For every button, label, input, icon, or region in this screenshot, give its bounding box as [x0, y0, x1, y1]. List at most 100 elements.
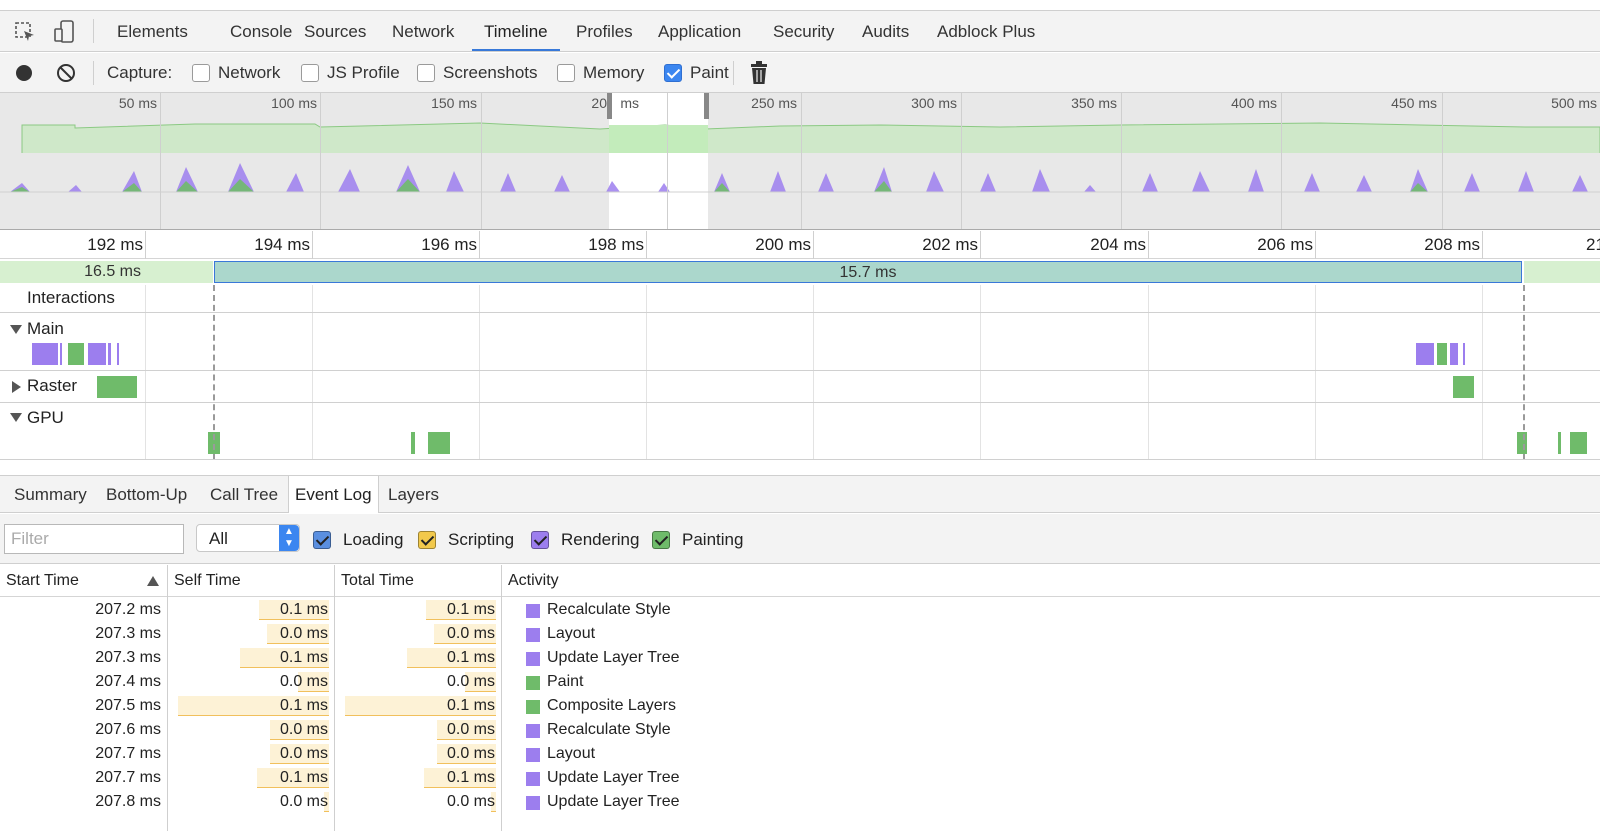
table-row[interactable]: 207.3 ms 0.0 ms 0.0 ms Layout: [0, 622, 1600, 646]
capture-screenshots-label[interactable]: Screenshots: [443, 63, 538, 83]
overview-gridline: [961, 93, 962, 229]
frames-track: 16.5 ms 15.7 ms: [0, 259, 1600, 285]
main-event-block[interactable]: [60, 343, 62, 365]
main-event-block[interactable]: [88, 343, 106, 365]
capture-js-profile-label[interactable]: JS Profile: [327, 63, 400, 83]
tab-application[interactable]: Application: [646, 11, 753, 51]
tab-network[interactable]: Network: [380, 11, 466, 51]
main-event-block[interactable]: [108, 343, 111, 365]
capture-paint-label[interactable]: Paint: [690, 63, 729, 83]
main-event-block[interactable]: [1463, 343, 1465, 365]
main-event-block[interactable]: [1416, 343, 1434, 365]
capture-screenshots-checkbox[interactable]: [417, 64, 435, 82]
main-event-block[interactable]: [68, 343, 84, 365]
category-rendering-checkbox[interactable]: [531, 531, 549, 549]
raster-event-block[interactable]: [1453, 376, 1474, 398]
details-tab-layers[interactable]: Layers: [382, 476, 445, 513]
capture-memory-checkbox[interactable]: [557, 64, 575, 82]
main-track-label[interactable]: Main: [27, 319, 64, 339]
device-mode-icon[interactable]: [52, 19, 78, 45]
frame-prev[interactable]: 16.5 ms: [0, 261, 213, 283]
trash-icon[interactable]: [748, 61, 770, 90]
table-row[interactable]: 207.2 ms 0.1 ms 0.1 ms Recalculate Style: [0, 598, 1600, 622]
category-rendering-label[interactable]: Rendering: [561, 530, 639, 550]
raster-event-block[interactable]: [97, 376, 137, 398]
category-painting-checkbox[interactable]: [652, 531, 670, 549]
capture-paint-checkbox[interactable]: [664, 64, 682, 82]
category-scripting-checkbox[interactable]: [418, 531, 436, 549]
main-event-block[interactable]: [1450, 343, 1458, 365]
main-collapse-triangle-icon[interactable]: [10, 325, 22, 334]
ruler-tick-label: 208 ms: [1424, 235, 1480, 254]
main-event-block[interactable]: [32, 343, 58, 365]
tab-audits[interactable]: Audits: [850, 11, 921, 51]
details-tab-bottom-up[interactable]: Bottom-Up: [100, 476, 193, 513]
overview-tick-label: 300 ms: [911, 95, 957, 111]
tab-adblock-plus[interactable]: Adblock Plus: [925, 11, 1047, 51]
start-time-cell: 207.2 ms: [95, 601, 161, 618]
category-scripting-label[interactable]: Scripting: [448, 530, 514, 550]
activity-header[interactable]: Activity: [508, 572, 559, 590]
ruler-gridline: [980, 231, 981, 259]
inspect-icon[interactable]: [12, 19, 38, 45]
total-time-cell: 0.0 ms: [446, 745, 495, 762]
gpu-event-block[interactable]: [411, 432, 415, 454]
start-time-cell: 207.7 ms: [95, 745, 161, 762]
table-row[interactable]: 207.8 ms 0.0 ms 0.0 ms Update Layer Tree: [0, 790, 1600, 814]
table-row[interactable]: 207.3 ms 0.1 ms 0.1 ms Update Layer Tree: [0, 646, 1600, 670]
details-tab-summary[interactable]: Summary: [8, 476, 93, 513]
gpu-track-label[interactable]: GPU: [27, 408, 64, 428]
frame-next[interactable]: [1524, 261, 1600, 283]
activity-cell: Layout: [547, 625, 596, 642]
timeline-overview[interactable]: 50 ms 100 ms 150 ms 20 ms 250 ms 300 ms 350 ms 4…: [0, 93, 1600, 230]
total-time-header[interactable]: Total Time: [341, 572, 414, 590]
tab-profiles[interactable]: Profiles: [564, 11, 645, 51]
details-tab-event-log[interactable]: Event Log: [288, 476, 379, 513]
overview-fps-graph: [0, 93, 1600, 193]
details-tab-call-tree[interactable]: Call Tree: [204, 476, 284, 513]
tab-security[interactable]: Security: [761, 11, 846, 51]
tab-timeline[interactable]: Timeline: [472, 11, 560, 51]
overview-tick-label: 350 ms: [1071, 95, 1117, 111]
tab-sources[interactable]: Sources: [292, 11, 378, 51]
category-loading-checkbox[interactable]: [313, 531, 331, 549]
capture-network-label[interactable]: Network: [218, 63, 280, 83]
total-time-cell: 0.1 ms: [446, 697, 495, 714]
main-event-block[interactable]: [117, 343, 119, 365]
start-time-header[interactable]: Start Time: [6, 572, 79, 590]
table-row[interactable]: 207.5 ms 0.1 ms 0.1 ms Composite Layers: [0, 694, 1600, 718]
start-time-cell: 207.3 ms: [95, 625, 161, 642]
table-row[interactable]: 207.6 ms 0.0 ms 0.0 ms Recalculate Style: [0, 718, 1600, 742]
filter-input[interactable]: [4, 524, 184, 554]
overview-gridline: [1442, 93, 1443, 229]
table-header: Start Time Self Time Total Time Activity: [0, 565, 1600, 597]
frame-selected[interactable]: 15.7 ms: [214, 261, 1522, 283]
table-row[interactable]: 207.7 ms 0.0 ms 0.0 ms Layout: [0, 742, 1600, 766]
capture-js-profile-checkbox[interactable]: [301, 64, 319, 82]
category-painting-label[interactable]: Painting: [682, 530, 743, 550]
capture-network-checkbox[interactable]: [192, 64, 210, 82]
table-row[interactable]: 207.4 ms 0.0 ms 0.0 ms Paint: [0, 670, 1600, 694]
overview-tick-label: 250 ms: [751, 95, 797, 111]
category-loading-label[interactable]: Loading: [343, 530, 404, 550]
main-event-block[interactable]: [1437, 343, 1447, 365]
clear-icon[interactable]: [56, 63, 76, 88]
gpu-event-block[interactable]: [1517, 432, 1527, 454]
gpu-collapse-triangle-icon[interactable]: [10, 413, 22, 422]
gpu-event-block[interactable]: [428, 432, 450, 454]
tab-elements[interactable]: Elements: [105, 11, 200, 51]
table-row[interactable]: 207.7 ms 0.1 ms 0.1 ms Update Layer Tree: [0, 766, 1600, 790]
ruler-gridline: [479, 231, 480, 259]
duration-filter-select[interactable]: All ▲ ▼: [196, 524, 300, 552]
overview-tick-label: 100 ms: [271, 95, 317, 111]
activity-cell: Update Layer Tree: [547, 649, 680, 666]
self-time-header[interactable]: Self Time: [174, 572, 241, 590]
record-icon[interactable]: [14, 63, 34, 88]
capture-memory-label[interactable]: Memory: [583, 63, 644, 83]
overview-tick-label: 50 ms: [118, 95, 157, 111]
gpu-event-block[interactable]: [1570, 432, 1587, 454]
total-time-cell: 0.0 ms: [446, 625, 495, 642]
raster-expand-triangle-icon[interactable]: [12, 381, 21, 393]
gpu-event-block[interactable]: [1558, 432, 1561, 454]
raster-track-label[interactable]: Raster: [27, 376, 77, 396]
